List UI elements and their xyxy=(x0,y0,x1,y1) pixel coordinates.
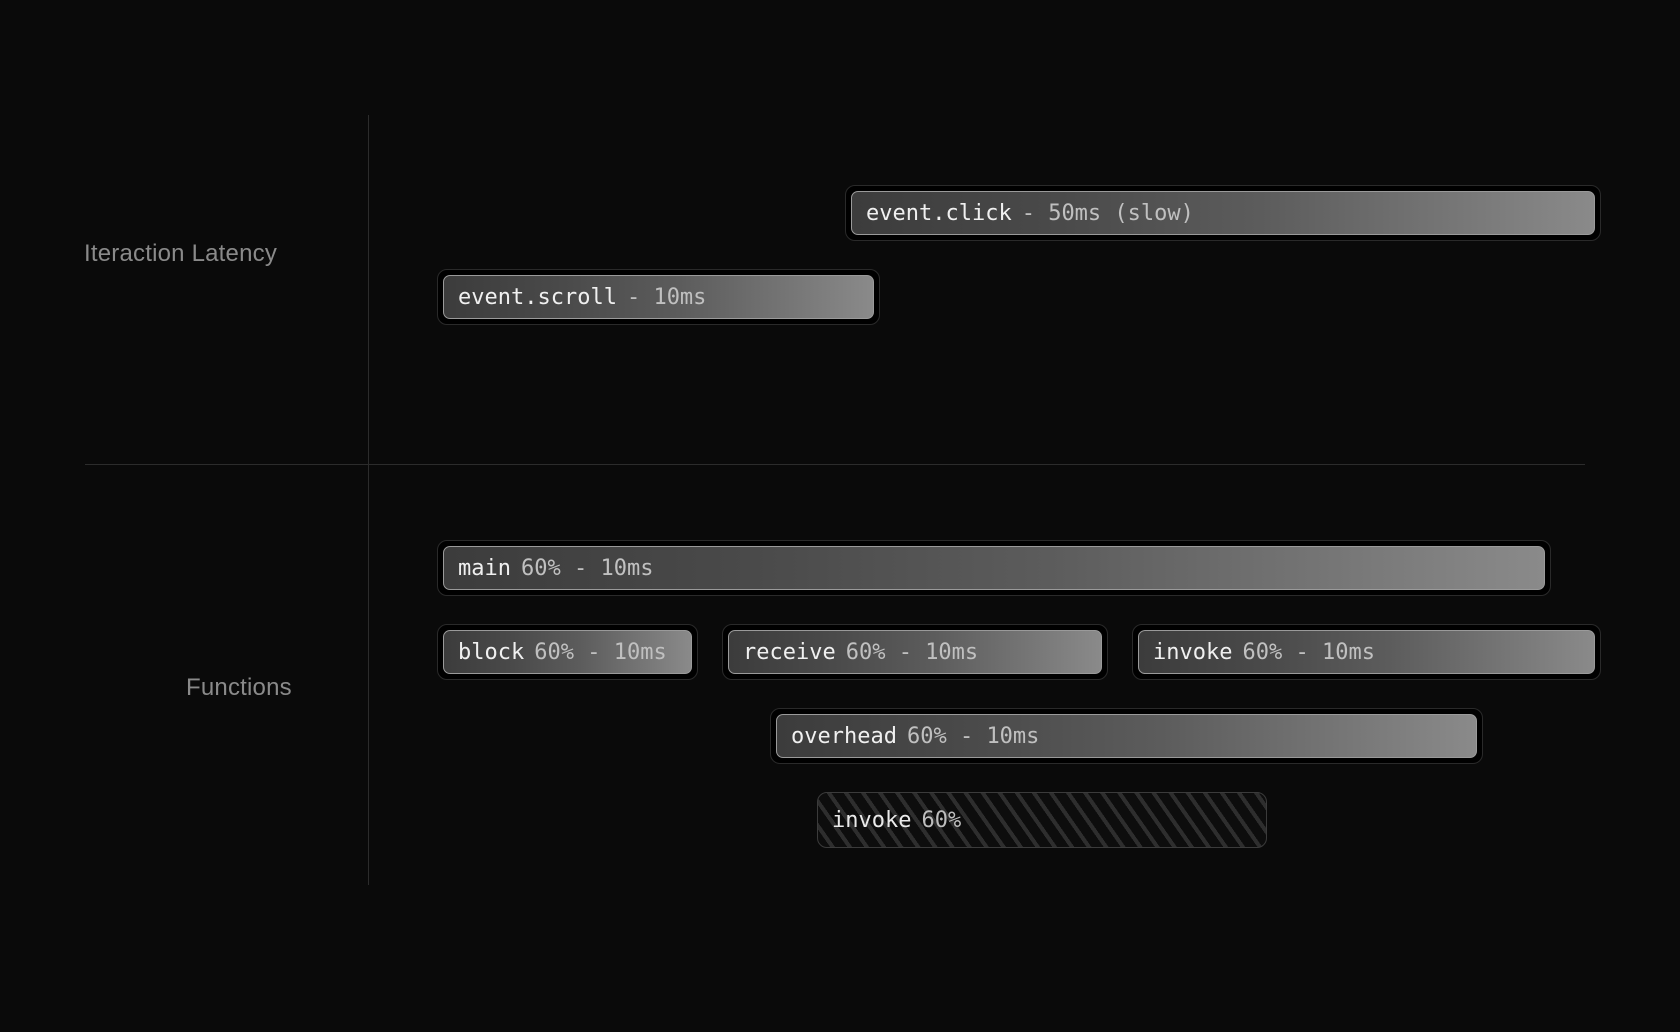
section-label-functions: Functions xyxy=(186,674,292,702)
span-name: block xyxy=(458,640,524,665)
span-main[interactable]: main 60% - 10ms xyxy=(437,540,1551,596)
span-meta: 60% - 10ms xyxy=(907,724,1039,749)
span-meta: 60% - 10ms xyxy=(521,556,653,581)
span-invoke-hatched[interactable]: invoke 60% xyxy=(817,792,1267,848)
span-block[interactable]: block 60% - 10ms xyxy=(437,624,698,680)
span-name: main xyxy=(458,556,511,581)
vertical-divider xyxy=(368,115,369,885)
span-name: invoke xyxy=(832,808,911,833)
span-meta: 60% - 10ms xyxy=(534,640,666,665)
span-name: invoke xyxy=(1153,640,1232,665)
horizontal-divider xyxy=(85,464,1585,465)
span-name: event.click xyxy=(866,201,1012,226)
span-receive[interactable]: receive 60% - 10ms xyxy=(722,624,1108,680)
span-meta: - 50ms (slow) xyxy=(1022,201,1194,226)
span-overhead[interactable]: overhead 60% - 10ms xyxy=(770,708,1483,764)
profiler-timeline: Iteraction Latency Functions event.click… xyxy=(0,0,1680,1032)
span-name: receive xyxy=(743,640,836,665)
span-meta: 60% - 10ms xyxy=(846,640,978,665)
span-event-scroll[interactable]: event.scroll - 10ms xyxy=(437,269,880,325)
span-event-click[interactable]: event.click - 50ms (slow) xyxy=(845,185,1601,241)
span-name: overhead xyxy=(791,724,897,749)
span-meta: 60% xyxy=(921,808,961,833)
span-meta: 60% - 10ms xyxy=(1242,640,1374,665)
section-label-latency: Iteraction Latency xyxy=(84,240,277,268)
span-name: event.scroll xyxy=(458,285,617,310)
span-invoke[interactable]: invoke 60% - 10ms xyxy=(1132,624,1601,680)
span-meta: - 10ms xyxy=(627,285,706,310)
